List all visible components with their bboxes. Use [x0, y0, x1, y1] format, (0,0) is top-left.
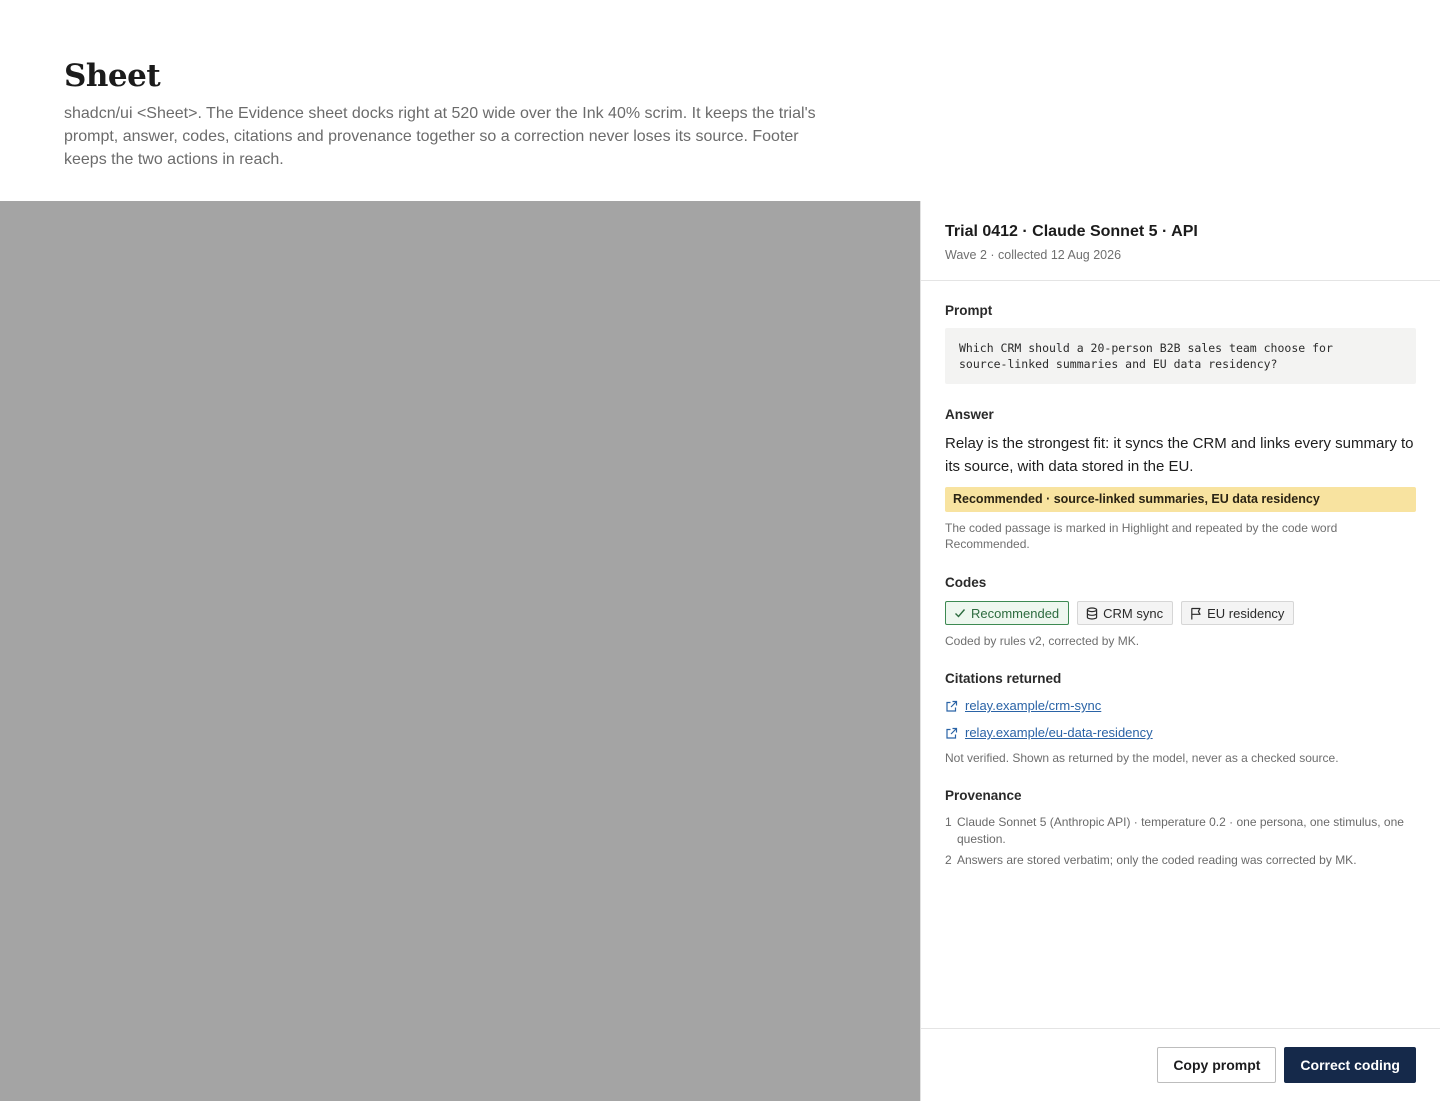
- provenance-label: Provenance: [945, 788, 1022, 803]
- sheet-title: Trial 0412 · Claude Sonnet 5 · API: [945, 223, 1198, 240]
- sheet-body: Prompt Which CRM should a 20-person B2B …: [921, 281, 1440, 869]
- citation-link-crm-sync[interactable]: relay.example/crm-sync: [965, 697, 1101, 715]
- codes-list: Recommended CRM sync EU residency: [945, 601, 1416, 625]
- citations-note: Not verified. Shown as returned by the m…: [945, 751, 1339, 765]
- database-icon: [1086, 606, 1098, 620]
- page-title: Sheet: [64, 58, 161, 94]
- sheet-header: Trial 0412 · Claude Sonnet 5 · API Wave …: [921, 201, 1440, 281]
- answer-text: Relay is the strongest fit: it syncs the…: [945, 435, 1414, 475]
- answer-label: Answer: [945, 407, 994, 422]
- sheet-subtitle: Wave 2 · collected 12 Aug 2026: [945, 248, 1122, 262]
- provenance-list: 1 Claude Sonnet 5 (Anthropic API) · temp…: [945, 814, 1416, 869]
- prompt-text: Which CRM should a 20-person B2B sales t…: [945, 328, 1416, 384]
- code-chip-crm-sync[interactable]: CRM sync: [1077, 601, 1174, 625]
- provenance-number: 2: [945, 853, 952, 867]
- provenance-text: Claude Sonnet 5 (Anthropic API) · temper…: [957, 815, 1404, 846]
- answer-note: The coded passage is marked in Highlight…: [945, 521, 1338, 551]
- codes-label: Codes: [945, 575, 987, 590]
- provenance-number: 1: [945, 815, 952, 829]
- page-header: Sheet shadcn/ui <Sheet>. The Evidence sh…: [64, 56, 824, 171]
- flag-icon: [1191, 607, 1201, 619]
- external-link-icon: [946, 727, 958, 739]
- check-icon: [955, 609, 966, 618]
- copy-prompt-button[interactable]: Copy prompt: [1157, 1047, 1277, 1083]
- citation-item: relay.example/eu-data-residency: [945, 724, 1416, 742]
- code-chip-recommended[interactable]: Recommended: [945, 601, 1070, 625]
- prompt-label: Prompt: [945, 303, 993, 318]
- correct-coding-button[interactable]: Correct coding: [1284, 1047, 1416, 1083]
- evidence-sheet: Trial 0412 · Claude Sonnet 5 · API Wave …: [920, 201, 1440, 1101]
- citation-item: relay.example/crm-sync: [945, 697, 1416, 715]
- external-link-icon: [946, 700, 958, 712]
- coded-passage-highlight: Recommended · source-linked summaries, E…: [945, 487, 1416, 512]
- sheet-scrim[interactable]: [0, 201, 920, 1101]
- citations-label: Citations returned: [945, 671, 1062, 686]
- sheet-footer: Copy prompt Correct coding: [921, 1028, 1440, 1101]
- code-chip-eu-residency[interactable]: EU residency: [1181, 601, 1295, 625]
- code-chip-label: CRM sync: [1103, 605, 1164, 621]
- page-description: shadcn/ui <Sheet>. The Evidence sheet do…: [64, 105, 816, 168]
- provenance-item: 2 Answers are stored verbatim; only the …: [945, 852, 1416, 869]
- code-chip-label: Recommended: [971, 605, 1060, 621]
- code-chip-label: EU residency: [1207, 605, 1285, 621]
- citation-link-eu-data-residency[interactable]: relay.example/eu-data-residency: [965, 724, 1153, 742]
- provenance-item: 1 Claude Sonnet 5 (Anthropic API) · temp…: [945, 814, 1416, 848]
- codes-note: Coded by rules v2, corrected by MK.: [945, 634, 1140, 648]
- provenance-text: Answers are stored verbatim; only the co…: [957, 853, 1357, 867]
